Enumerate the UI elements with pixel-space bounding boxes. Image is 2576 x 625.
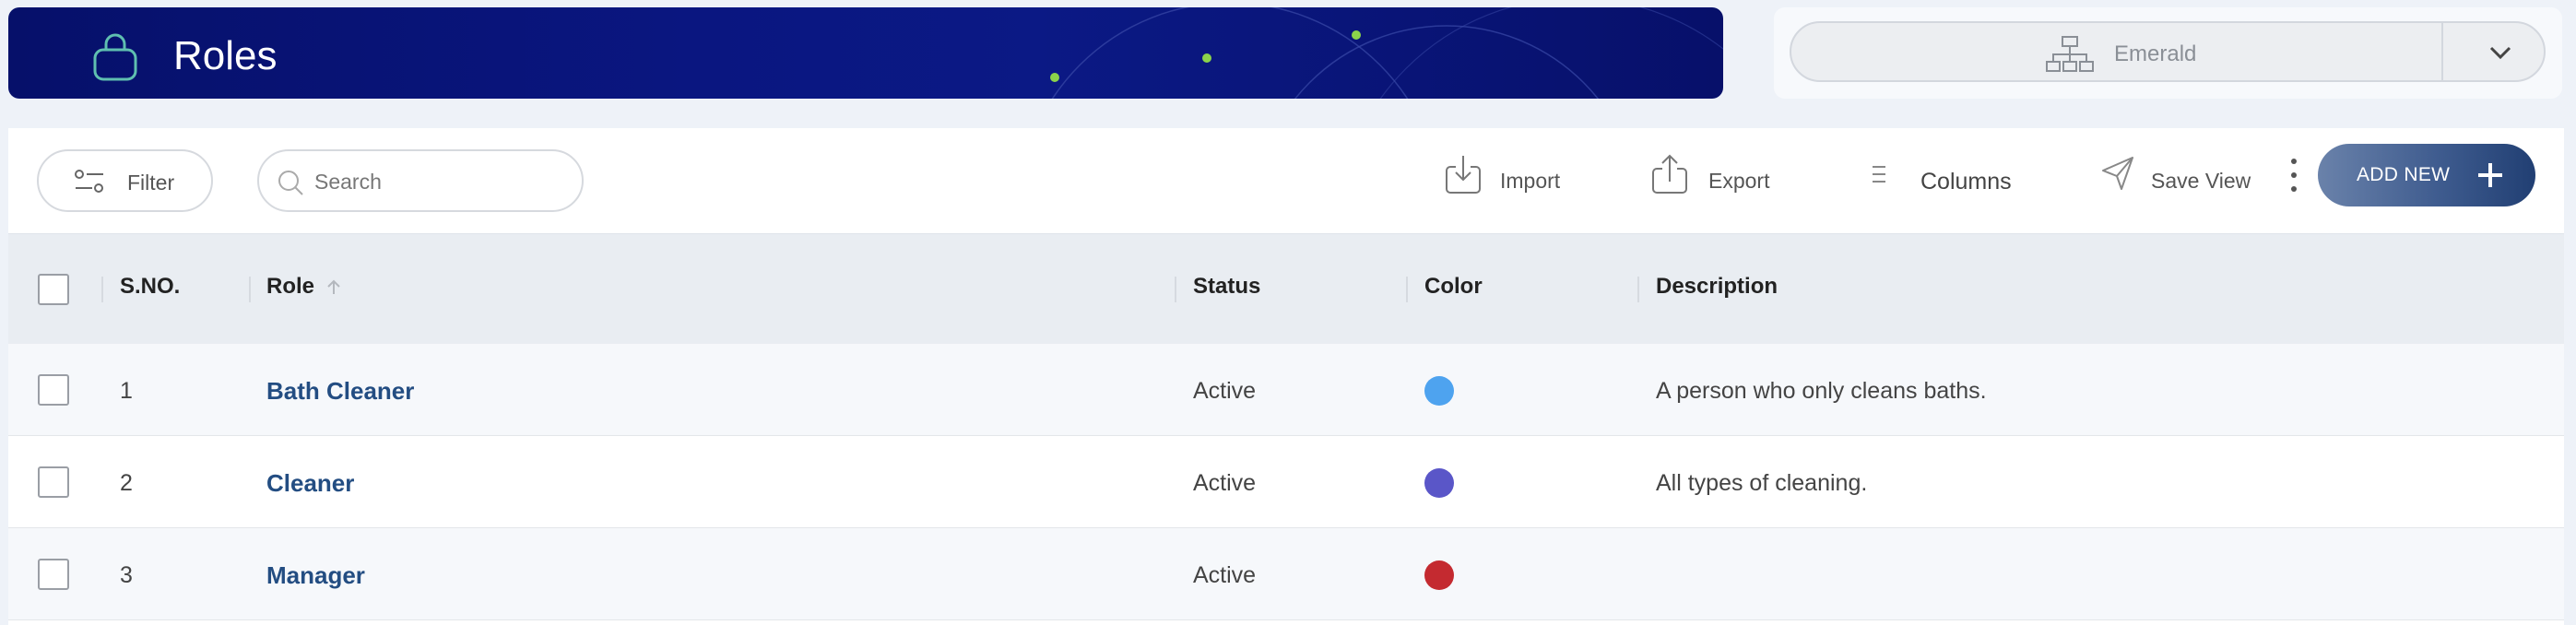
dropdown-divider: [2441, 23, 2443, 80]
shopping-bag-icon: [93, 33, 137, 81]
more-options-icon[interactable]: [2289, 159, 2298, 205]
import-label: Import: [1500, 169, 1561, 193]
row-status: Active: [1193, 562, 1257, 588]
toolbar: Filter Import Export: [8, 128, 2564, 233]
table-row[interactable]: 1 Bath Cleaner Active A person who only …: [8, 344, 2564, 436]
row-description: All types of cleaning.: [1656, 470, 1868, 496]
column-header-sno[interactable]: S.NO.: [120, 274, 180, 300]
filter-sliders-icon: [75, 170, 103, 193]
import-button[interactable]: Import: [1443, 152, 1572, 207]
chevron-down-icon[interactable]: [2488, 43, 2512, 62]
column-header-color[interactable]: Color: [1424, 274, 1483, 300]
sort-ascending-icon[interactable]: [325, 277, 343, 298]
column-separator: [101, 277, 103, 302]
save-view-label: Save View: [2151, 169, 2251, 193]
role-name-link[interactable]: Cleaner: [266, 469, 354, 498]
color-swatch: [1424, 560, 1454, 590]
role-name-link[interactable]: Manager: [266, 561, 365, 590]
role-name-link[interactable]: Bath Cleaner: [266, 377, 414, 406]
export-button[interactable]: Export: [1649, 152, 1778, 207]
column-separator: [1637, 277, 1639, 302]
columns-list-icon: [1873, 166, 1885, 183]
table-row[interactable]: 3 Manager Active: [8, 528, 2564, 620]
row-status: Active: [1193, 378, 1257, 404]
table-row[interactable]: 2 Cleaner Active All types of cleaning.: [8, 436, 2564, 528]
columns-button[interactable]: Columns: [1867, 152, 2015, 207]
row-description: A person who only cleans baths.: [1656, 378, 1987, 404]
export-label: Export: [1708, 169, 1770, 193]
selected-org-name: Emerald: [2114, 41, 2197, 66]
search-field[interactable]: [257, 149, 584, 212]
color-swatch: [1424, 376, 1454, 406]
plus-icon: [2478, 163, 2502, 187]
row-checkbox[interactable]: [38, 466, 69, 498]
import-icon: [1446, 156, 1481, 194]
select-all-checkbox[interactable]: [38, 274, 69, 305]
color-swatch: [1424, 468, 1454, 498]
send-arrow-icon: [2102, 157, 2133, 190]
org-chart-icon: [2046, 36, 2094, 72]
row-status: Active: [1193, 470, 1257, 496]
export-icon: [1652, 154, 1687, 194]
row-sno: 1: [120, 378, 133, 404]
column-separator: [1406, 277, 1408, 302]
roles-panel: Filter Import Export: [8, 128, 2564, 625]
org-selector-dropdown[interactable]: Emerald: [1790, 21, 2546, 82]
row-sno: 2: [120, 470, 133, 496]
column-header-role-label: Role: [266, 274, 315, 299]
page-title: Roles: [173, 33, 278, 78]
columns-label: Columns: [1920, 169, 2012, 195]
add-new-button[interactable]: ADD NEW: [2318, 144, 2535, 206]
search-input[interactable]: [314, 164, 563, 199]
save-view-button[interactable]: Save View: [2099, 152, 2265, 207]
column-separator: [1175, 277, 1176, 302]
filter-label: Filter: [127, 171, 175, 195]
row-sno: 3: [120, 562, 133, 588]
filter-button[interactable]: Filter: [37, 149, 213, 212]
page-header-banner: Roles: [8, 7, 1723, 99]
column-header-status[interactable]: Status: [1193, 274, 1260, 300]
column-header-role[interactable]: Role: [266, 274, 343, 300]
org-selector-card: Emerald: [1774, 7, 2562, 99]
row-checkbox[interactable]: [38, 559, 69, 590]
column-separator: [249, 277, 251, 302]
column-header-description[interactable]: Description: [1656, 274, 1778, 300]
add-new-label: ADD NEW: [2357, 164, 2451, 185]
search-icon: [278, 171, 303, 195]
row-checkbox[interactable]: [38, 374, 69, 406]
table-header-row: S.NO. Role Status Color Description: [8, 233, 2564, 344]
